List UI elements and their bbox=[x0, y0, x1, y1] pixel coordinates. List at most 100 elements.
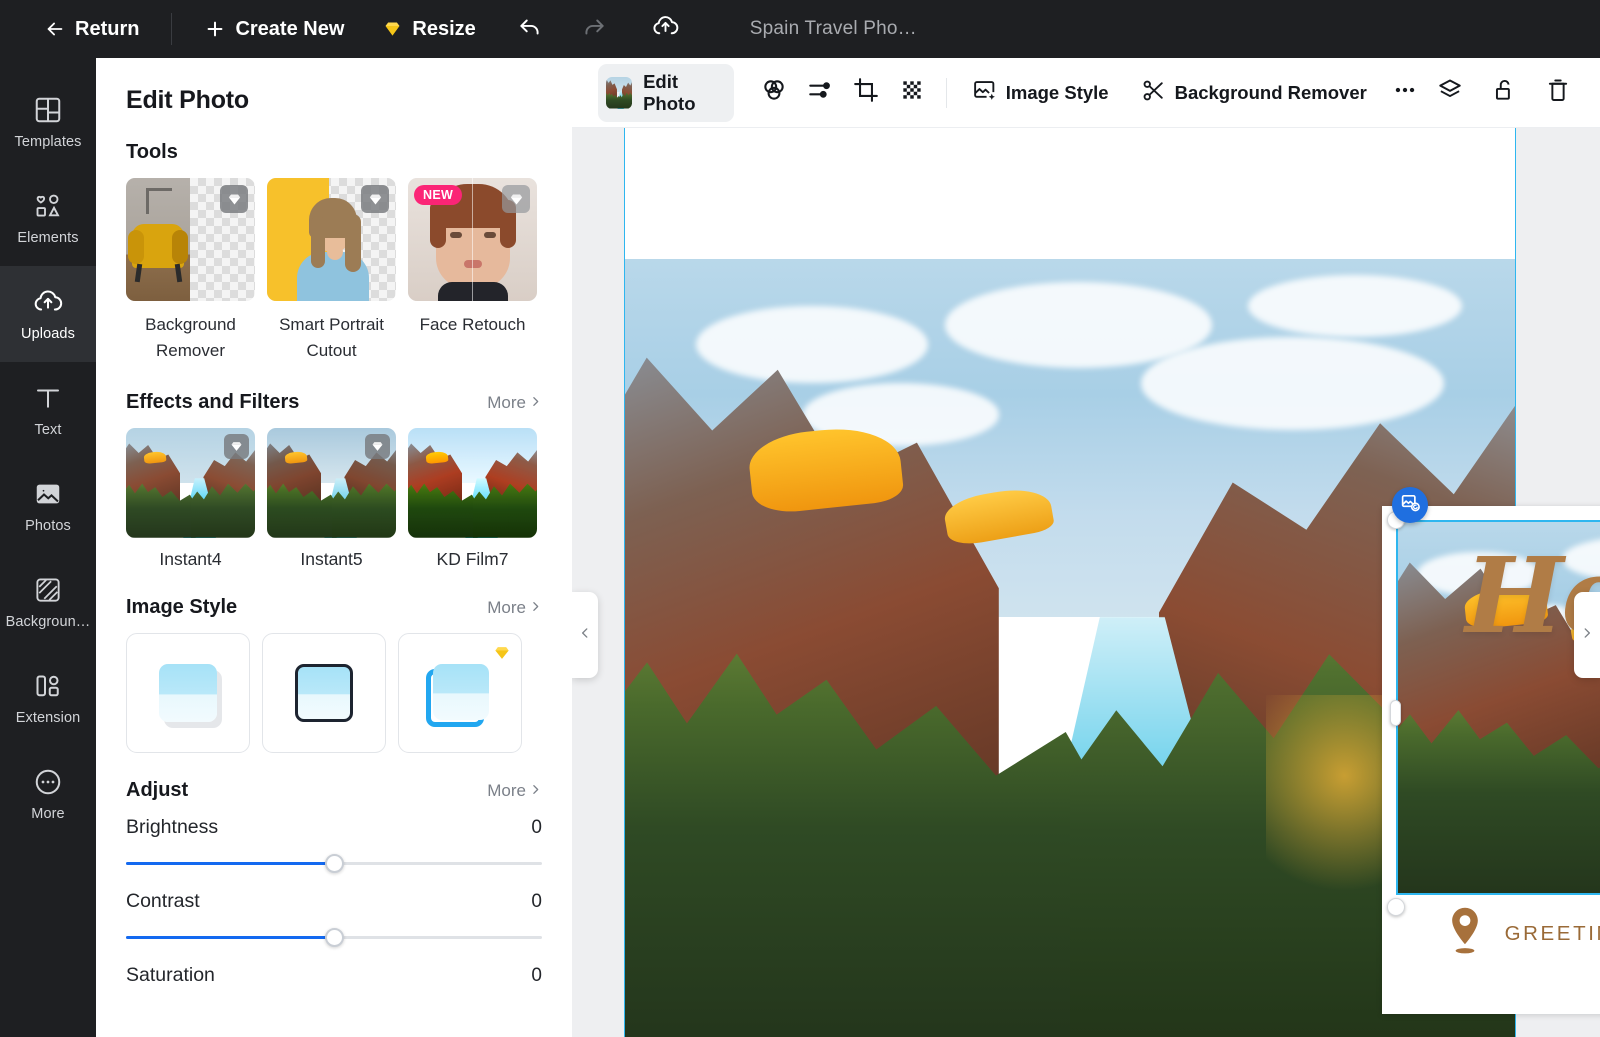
slider-contrast: Contrast 0 bbox=[126, 890, 542, 950]
resize-label: Resize bbox=[412, 17, 476, 40]
tool-card-background-remover[interactable]: Background Remover bbox=[126, 178, 255, 365]
lock-button[interactable] bbox=[1480, 69, 1528, 117]
upload-button[interactable] bbox=[644, 9, 688, 49]
image-style-heading: Image Style bbox=[126, 595, 238, 618]
chevron-right-icon bbox=[529, 598, 542, 618]
chevron-right-icon bbox=[529, 781, 542, 801]
slider-fill bbox=[126, 935, 334, 939]
toolbar-divider bbox=[945, 77, 947, 108]
adjust-more-link[interactable]: More bbox=[487, 781, 542, 801]
slider-brightness: Brightness 0 bbox=[126, 816, 542, 876]
document-title[interactable]: Spain Travel Pho… bbox=[750, 18, 917, 40]
filter-label: Instant4 bbox=[159, 548, 222, 569]
filter-card-kd-film7[interactable]: KD Film7 bbox=[408, 427, 537, 570]
image-style-label: Image Style bbox=[1005, 81, 1109, 103]
undo-button[interactable] bbox=[508, 9, 552, 49]
panel-title: Edit Photo bbox=[126, 86, 249, 114]
cloud-upload-icon bbox=[33, 287, 63, 317]
tool-label: Smart Portrait Cutout bbox=[267, 312, 396, 365]
more-label: More bbox=[487, 392, 526, 412]
chevron-right-icon bbox=[529, 393, 542, 413]
create-new-button[interactable]: Create New bbox=[194, 12, 354, 47]
slider-knob[interactable] bbox=[325, 927, 344, 947]
collapse-left-panel-button[interactable] bbox=[572, 592, 598, 678]
edit-photo-tab[interactable]: Edit Photo bbox=[598, 63, 735, 122]
create-new-label: Create New bbox=[235, 17, 345, 40]
crop-button[interactable] bbox=[846, 69, 886, 117]
sidebar-item-label: Backgroun… bbox=[5, 613, 91, 630]
templates-icon bbox=[33, 95, 63, 125]
tool-thumbnail: NEW bbox=[408, 178, 537, 301]
image-style-more-link[interactable]: More bbox=[487, 598, 542, 618]
tool-card-face-retouch[interactable]: NEW Face Retouch bbox=[408, 178, 537, 365]
tool-label-line1: Face Retouch bbox=[419, 315, 526, 334]
layers-button[interactable] bbox=[1426, 69, 1474, 117]
tool-label-line2: Remover bbox=[156, 341, 225, 361]
tool-label: Background Remover bbox=[126, 312, 255, 365]
selected-photo[interactable]: Hello! bbox=[1396, 520, 1600, 895]
effects-more-link[interactable]: More bbox=[487, 393, 542, 413]
slider-label: Contrast bbox=[126, 889, 200, 912]
effects-heading: Effects and Filters bbox=[126, 390, 300, 413]
effects-card-row: Instant4 Instant5 KD Film7 bbox=[126, 427, 542, 570]
filter-thumbnail bbox=[267, 427, 396, 538]
filters-icon bbox=[761, 77, 787, 108]
gem-badge bbox=[361, 185, 389, 213]
chevron-left-icon bbox=[578, 626, 592, 645]
resize-handle-bottom-left[interactable] bbox=[1387, 898, 1405, 916]
style-card-offset-border[interactable] bbox=[398, 632, 522, 753]
style-card-shadow[interactable] bbox=[126, 632, 250, 753]
resize-button[interactable]: Resize bbox=[372, 12, 485, 47]
unlock-icon bbox=[1491, 77, 1517, 108]
redo-button[interactable] bbox=[572, 9, 616, 49]
tools-heading: Tools bbox=[126, 141, 178, 163]
adjust-section-header: Adjust More bbox=[126, 779, 542, 802]
more-label: More bbox=[487, 597, 526, 617]
slider-knob[interactable] bbox=[325, 853, 344, 873]
gem-badge bbox=[224, 433, 249, 459]
selected-element[interactable]: Hello! GREETINGS FROM NATURE bbox=[1382, 487, 1600, 1014]
resize-handle-middle-left[interactable] bbox=[1390, 700, 1401, 726]
gem-badge bbox=[492, 643, 512, 668]
filter-label: KD Film7 bbox=[436, 548, 509, 569]
more-options-button[interactable] bbox=[1386, 71, 1424, 115]
sidebar-item-elements[interactable]: Elements bbox=[0, 170, 96, 266]
sidebar-item-text[interactable]: Text bbox=[0, 362, 96, 458]
more-label: More bbox=[487, 780, 526, 800]
sidebar-item-background[interactable]: Backgroun… bbox=[0, 554, 96, 650]
slider-value: 0 bbox=[531, 890, 542, 912]
adjust-button[interactable] bbox=[800, 69, 840, 117]
image-style-button[interactable]: Image Style bbox=[961, 70, 1120, 116]
canvas-area[interactable]: Hello! GREETINGS FROM NATURE bbox=[572, 128, 1600, 1037]
sidebar-item-photos[interactable]: Photos bbox=[0, 458, 96, 554]
thumbnail-preview bbox=[606, 76, 633, 109]
gem-badge bbox=[502, 185, 530, 213]
sidebar-item-more[interactable]: More bbox=[0, 746, 96, 842]
slider-value: 0 bbox=[531, 816, 542, 838]
filters-button[interactable] bbox=[754, 69, 794, 117]
slider-track-area[interactable] bbox=[126, 924, 542, 950]
background-remover-button[interactable]: Background Remover bbox=[1130, 70, 1378, 116]
collapse-right-panel-button[interactable] bbox=[1574, 592, 1600, 678]
filter-card-instant5[interactable]: Instant5 bbox=[267, 427, 396, 570]
transparency-button[interactable] bbox=[892, 69, 932, 117]
sidebar-item-label: Text bbox=[34, 421, 62, 438]
sidebar-item-extension[interactable]: Extension bbox=[0, 650, 96, 746]
slider-header: Contrast 0 bbox=[126, 890, 542, 913]
delete-button[interactable] bbox=[1534, 69, 1582, 117]
new-badge: NEW bbox=[414, 185, 463, 205]
style-card-outline[interactable] bbox=[262, 632, 386, 753]
slider-track-area[interactable] bbox=[126, 850, 542, 876]
replace-image-icon bbox=[1400, 492, 1421, 518]
filter-card-instant4[interactable]: Instant4 bbox=[126, 427, 255, 570]
tool-card-smart-portrait-cutout[interactable]: Smart Portrait Cutout bbox=[267, 178, 396, 365]
sidebar-item-uploads[interactable]: Uploads bbox=[0, 266, 96, 362]
slider-label: Saturation bbox=[126, 963, 215, 986]
tool-label-line1: Smart Portrait bbox=[279, 315, 384, 334]
return-button[interactable]: Return bbox=[34, 12, 149, 47]
sidebar-item-templates[interactable]: Templates bbox=[0, 74, 96, 170]
replace-image-button[interactable] bbox=[1392, 487, 1428, 523]
sidebar-item-label: Photos bbox=[25, 517, 71, 534]
gem-icon bbox=[382, 19, 403, 40]
sidebar-item-label: Uploads bbox=[21, 325, 75, 342]
